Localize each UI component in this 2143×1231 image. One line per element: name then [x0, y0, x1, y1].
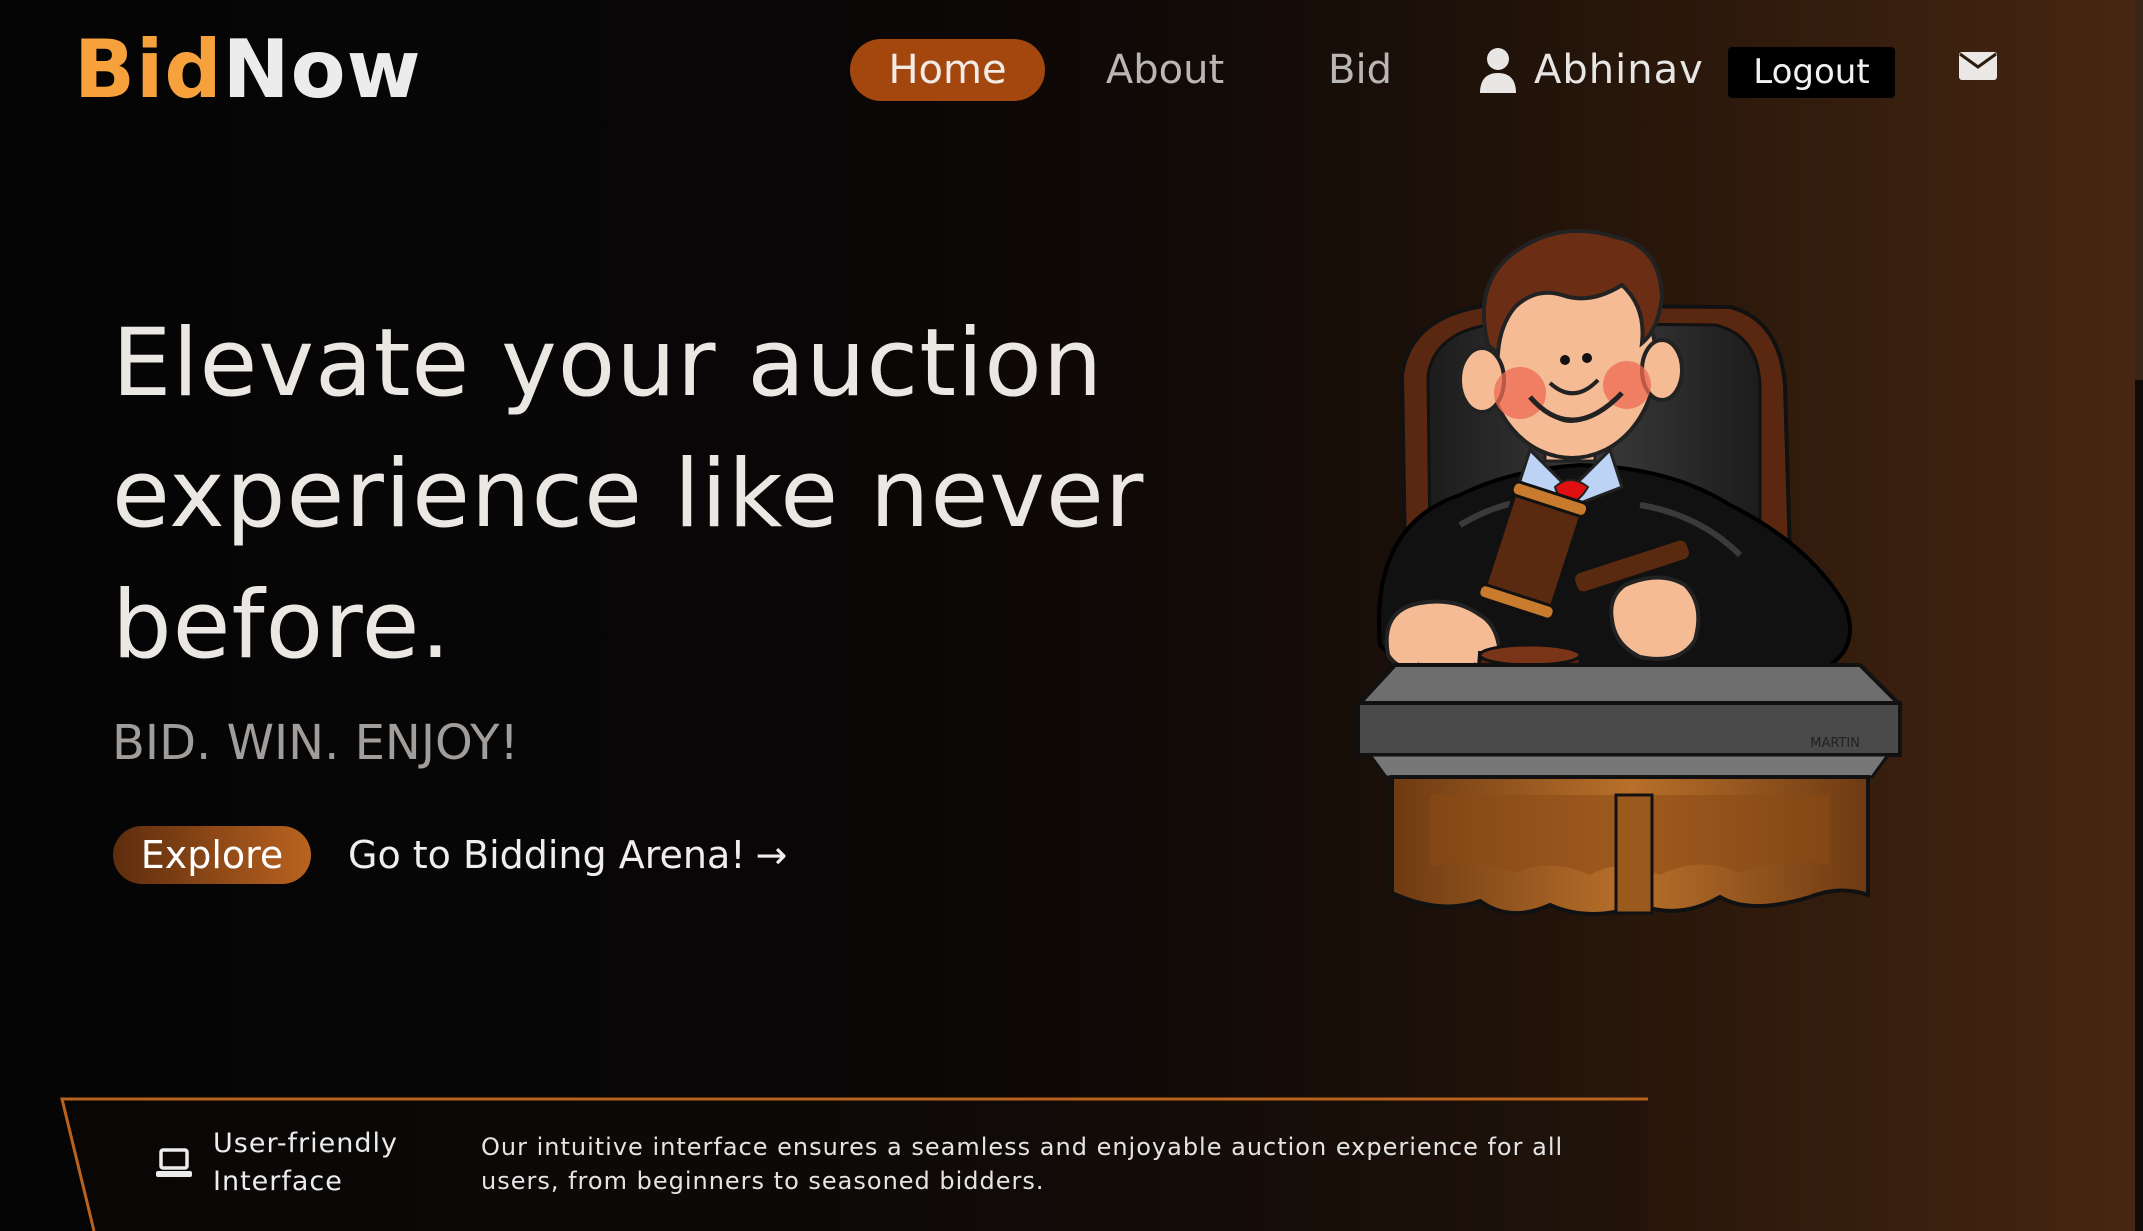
hero-title: Elevate your auction experience like nev… [112, 309, 1145, 680]
nav-home-link[interactable]: Home [850, 39, 1045, 101]
brand-logo-bid: Bid [74, 23, 223, 116]
brand-logo[interactable]: BidNow [74, 22, 422, 118]
illustration-signature: MARTIN [1810, 736, 1860, 751]
logout-button[interactable]: Logout [1728, 47, 1895, 98]
bidding-arena-label: Go to Bidding Arena! [348, 833, 746, 877]
laptop-icon [156, 1148, 192, 1177]
hero-tagline: BID. WIN. ENJOY! [112, 715, 519, 771]
user-icon [1480, 48, 1516, 93]
envelope-icon[interactable] [1958, 50, 1998, 81]
user-profile[interactable]: Abhinav [1478, 39, 1704, 101]
feature-description: Our intuitive interface ensures a seamle… [481, 1133, 1564, 1195]
navbar: BidNow Home About Bid Abhinav Logout [0, 0, 2143, 140]
nav-about-link[interactable]: About [1090, 39, 1240, 101]
feature-bar: User-friendly Interface Our intuitive in… [60, 1097, 1650, 1231]
user-name: Abhinav [1534, 47, 1704, 93]
scrollbar-thumb[interactable] [2135, 0, 2143, 380]
page-scrollbar[interactable] [2135, 0, 2143, 1231]
nav-bid-link[interactable]: Bid [1310, 39, 1410, 101]
feature-title: User-friendly Interface [213, 1128, 399, 1197]
explore-button[interactable]: Explore [113, 826, 311, 884]
arrow-right-icon: → [755, 833, 788, 877]
judge-gavel-illustration: MARTIN [1355, 228, 1903, 916]
brand-logo-now: Now [222, 23, 422, 116]
bidding-arena-link[interactable]: Go to Bidding Arena! → [348, 826, 787, 884]
